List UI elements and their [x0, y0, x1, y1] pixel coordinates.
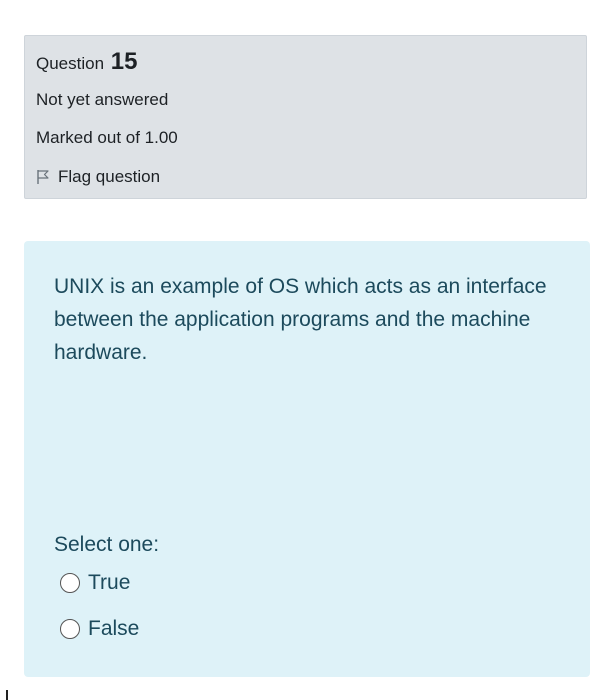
question-number: 15: [110, 48, 138, 75]
flag-question-link[interactable]: Flag question: [36, 167, 160, 187]
question-grade: Marked out of 1.00: [36, 128, 178, 147]
answer-option-label: False: [88, 617, 140, 640]
question-label: Question: [36, 54, 105, 73]
question-info-panel: Question 15 Not yet answered Marked out …: [24, 35, 587, 199]
question-text: UNIX is an example of OS which acts as a…: [54, 275, 547, 364]
edge-mark: [6, 690, 8, 700]
answer-option-false[interactable]: False: [60, 617, 139, 641]
flag-outline-icon: [37, 170, 49, 184]
question-title: Question 15: [36, 48, 137, 76]
radio-button-false[interactable]: [60, 619, 80, 639]
answer-option-label: True: [88, 571, 131, 594]
answer-prompt: Select one:: [54, 533, 160, 556]
flag-question-label: Flag question: [58, 167, 161, 186]
radio-button-true[interactable]: [60, 573, 80, 593]
question-content-panel: UNIX is an example of OS which acts as a…: [24, 241, 590, 677]
question-state: Not yet answered: [36, 90, 169, 109]
answer-option-true[interactable]: True: [60, 571, 130, 595]
